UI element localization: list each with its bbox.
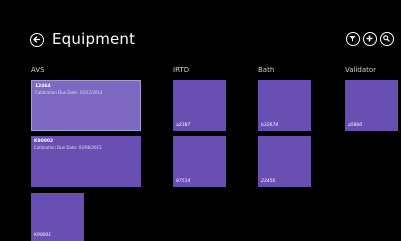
equipment-tile[interactable]: b32674 [258,80,311,131]
filter-icon [349,36,356,42]
tile-id: 23456 [261,179,276,184]
column-header-irtd: IRTD [173,66,190,74]
back-button[interactable] [30,33,44,47]
equipment-tile[interactable]: a5800 [345,80,398,131]
tile-subtitle: Calibration Due Date: 10/12/2014 [35,90,103,95]
add-button[interactable] [363,32,377,46]
filter-button[interactable] [346,32,360,46]
search-icon [383,35,390,42]
equipment-tile[interactable]: 23456 [258,136,311,187]
column-header-bath: Bath [258,66,275,74]
tile-id: a2387 [176,123,191,128]
tile-id: b32674 [261,123,279,128]
equipment-tile[interactable]: K90002 Calibration Due Date: 03/08/2015 [31,136,141,187]
tile-subtitle: Calibration Due Date: 03/08/2015 [34,145,102,150]
equipment-tile[interactable]: 12464 Calibration Due Date: 10/12/2014 [31,80,141,131]
back-arrow-icon [33,36,41,43]
column-header-avs: AVS [31,66,45,74]
column-header-validator: Validator [345,66,377,74]
tile-id: a5800 [348,123,363,128]
equipment-tile[interactable]: 87514 [173,136,226,187]
search-button[interactable] [380,32,394,46]
tile-id: K90001 [34,233,52,238]
tile-title: 12464 [35,84,51,89]
plus-icon [366,35,373,42]
tile-title: K90002 [34,139,54,144]
tile-id: 87514 [176,179,191,184]
equipment-tile[interactable]: a2387 [173,80,226,131]
page-title: Equipment [52,30,136,48]
equipment-tile[interactable]: K90001 [31,193,84,241]
